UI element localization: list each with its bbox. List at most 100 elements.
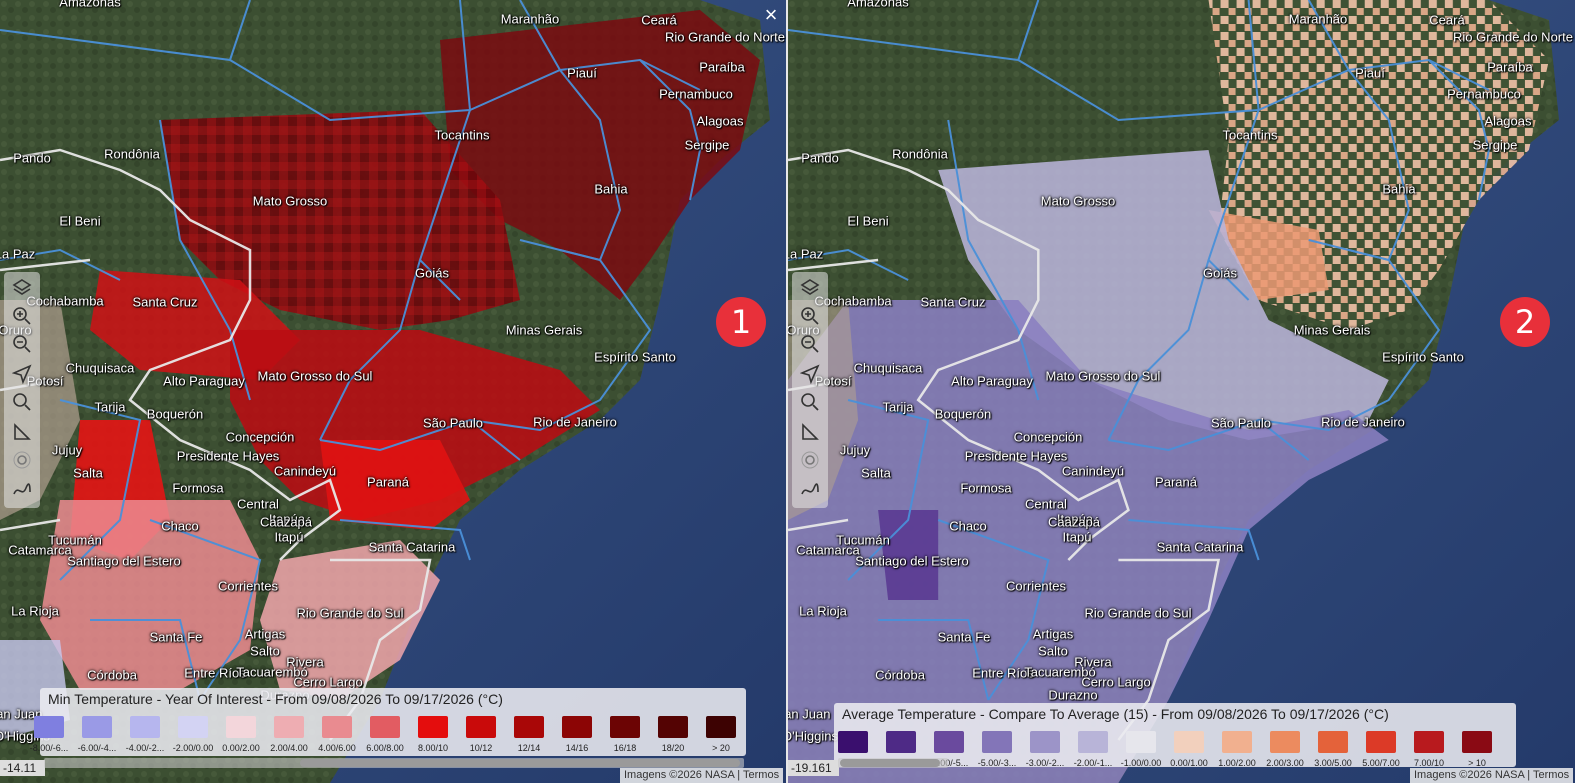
legend-swatch-label: 8.00/10 xyxy=(417,743,449,753)
place-label: Amazonas xyxy=(59,0,121,10)
legend-title: Average Temperature - Compare To Average… xyxy=(842,706,1389,722)
place-label: Catamarca xyxy=(796,542,860,558)
place-label: Minas Gerais xyxy=(1293,322,1371,338)
place-label: Jujuy xyxy=(51,442,83,458)
legend-1: Min Temperature - Year Of Interest - Fro… xyxy=(30,688,746,756)
place-label: Piauí xyxy=(567,65,597,81)
place-label: Paraíba xyxy=(699,59,745,75)
place-label: Espírito Santo xyxy=(594,349,676,365)
place-label: Boquerón xyxy=(934,406,992,422)
place-label: Santa Catarina xyxy=(1156,539,1244,555)
legend-swatch-label: 2.00/4.00 xyxy=(270,743,308,753)
place-label: La Rioja xyxy=(799,603,847,619)
place-label: Itapú xyxy=(1062,529,1092,545)
layers-icon[interactable] xyxy=(10,276,34,300)
legend-scrollbar[interactable] xyxy=(44,758,744,768)
legend-swatch xyxy=(1174,731,1204,753)
legend-swatch-label: -1.00/0.00 xyxy=(1120,758,1162,768)
place-label: Santa Fe xyxy=(937,629,991,645)
attribution-text: Imagens ©2026 NASA xyxy=(1414,769,1525,781)
scroll-thumb[interactable] xyxy=(300,759,740,767)
legend-swatch-label: 12/14 xyxy=(517,743,541,753)
locate-icon[interactable] xyxy=(10,362,34,386)
legend-swatch-label: 2.00/3.00 xyxy=(1266,758,1304,768)
place-label: Alto Paraguay xyxy=(951,373,1033,389)
legend-swatch-label: 0.00/1.00 xyxy=(1170,758,1208,768)
place-label: Amazonas xyxy=(847,0,909,10)
legend-swatch xyxy=(1318,731,1348,753)
place-label: Rio Grande do Norte xyxy=(665,29,785,45)
place-label: São Paulo xyxy=(423,415,483,431)
zoom-in-icon[interactable] xyxy=(10,304,34,328)
terms-link[interactable]: Termos xyxy=(1533,769,1569,781)
locate-icon[interactable] xyxy=(798,362,822,386)
measure-icon[interactable] xyxy=(798,420,822,444)
place-label: Central xyxy=(1025,496,1067,512)
place-label: La Rioja xyxy=(11,603,59,619)
place-label: San Juan xyxy=(788,706,831,722)
legend-swatch xyxy=(226,716,256,738)
place-label: Chaco xyxy=(949,518,987,534)
place-label: Tarija xyxy=(882,399,914,415)
legend-swatch xyxy=(658,716,688,738)
scroll-thumb[interactable] xyxy=(840,759,940,767)
map-canvas-1[interactable] xyxy=(0,0,786,783)
draw-icon[interactable] xyxy=(798,478,822,502)
place-label: El Beni xyxy=(59,213,101,229)
measure-icon[interactable] xyxy=(10,420,34,444)
map-canvas-2[interactable] xyxy=(788,0,1575,783)
legend-swatch-label: -5.00/-3... xyxy=(977,758,1017,768)
settings-icon[interactable] xyxy=(798,448,822,472)
layers-icon[interactable] xyxy=(798,276,822,300)
draw-icon[interactable] xyxy=(10,478,34,502)
place-label: Itapú xyxy=(274,529,304,545)
place-label: Santa Cruz xyxy=(920,294,986,310)
place-label: Paraíba xyxy=(1487,59,1533,75)
place-label: Artigas xyxy=(244,626,286,642)
place-label: Presidente Hayes xyxy=(176,448,280,464)
legend-scrollbar[interactable] xyxy=(838,758,948,768)
legend-swatch xyxy=(982,731,1012,753)
place-label: Presidente Hayes xyxy=(964,448,1068,464)
place-label: Corrientes xyxy=(218,578,278,594)
place-label: Concepción xyxy=(225,429,295,445)
map-panel-2[interactable]: Amazonas Maranhão Ceará Rio Grande do Norte… xyxy=(788,0,1575,783)
place-label: Caazapá xyxy=(259,514,313,530)
legend-swatch-label: 18/20 xyxy=(661,743,685,753)
place-label: Bahia xyxy=(1382,181,1416,197)
map-panel-1[interactable]: Amazonas Maranhão Ceará Rio Grande do Norte… xyxy=(0,0,786,783)
close-icon[interactable]: × xyxy=(760,4,782,26)
search-icon[interactable] xyxy=(798,390,822,414)
place-label: Rondônia xyxy=(892,146,948,162)
place-label: Rondônia xyxy=(104,146,160,162)
terms-link[interactable]: Termos xyxy=(743,769,779,781)
place-label: Canindeyú xyxy=(1061,463,1125,479)
legend-swatch xyxy=(178,716,208,738)
zoom-out-icon[interactable] xyxy=(798,332,822,356)
legend-swatch-label: 16/18 xyxy=(613,743,637,753)
place-label: Corrientes xyxy=(1006,578,1066,594)
legend-swatch-label: 10/12 xyxy=(469,743,493,753)
legend-swatch xyxy=(466,716,496,738)
map-attribution: Imagens ©2026 NASA | Termos xyxy=(620,768,784,783)
legend-swatch-label: 0.00/2.00 xyxy=(222,743,260,753)
zoom-out-icon[interactable] xyxy=(10,332,34,356)
panel-number-badge: 2 xyxy=(1500,297,1550,347)
place-label: Santiago del Estero xyxy=(855,553,969,569)
search-icon[interactable] xyxy=(10,390,34,414)
settings-icon[interactable] xyxy=(10,448,34,472)
place-label: Sergipe xyxy=(684,137,730,153)
place-label: Formosa xyxy=(960,480,1012,496)
place-label: El Beni xyxy=(847,213,889,229)
legend-swatch xyxy=(322,716,352,738)
place-label: Goiás xyxy=(1203,265,1237,281)
legend-swatch xyxy=(34,716,64,738)
place-label: Salto xyxy=(1038,643,1068,659)
place-label: Salto xyxy=(250,643,280,659)
legend-swatch xyxy=(1126,731,1156,753)
legend-swatch xyxy=(934,731,964,753)
place-label: Alto Paraguay xyxy=(163,373,245,389)
zoom-in-icon[interactable] xyxy=(798,304,822,328)
place-label: Santiago del Estero xyxy=(67,553,181,569)
place-label: La Paz xyxy=(0,246,36,262)
